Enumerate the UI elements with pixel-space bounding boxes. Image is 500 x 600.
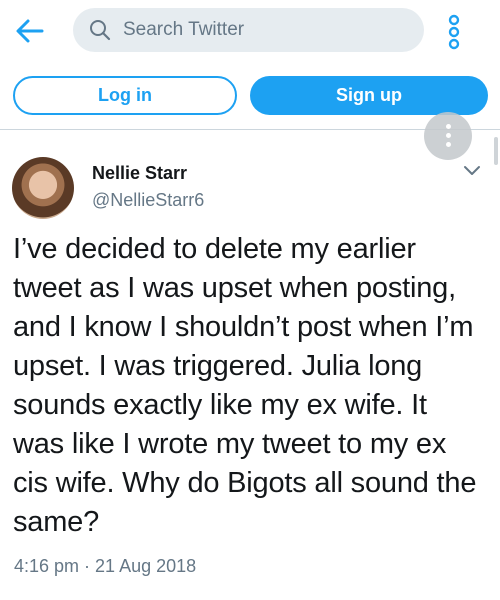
arrow-left-icon[interactable] [14, 17, 46, 45]
tweet-line: sounds exactly like my ex wife. It [13, 389, 427, 421]
vertical-dots-icon[interactable] [443, 12, 465, 52]
tweet-line: and I know I shouldn’t post when I’m [13, 311, 474, 343]
signup-button[interactable]: Sign up [250, 76, 488, 115]
search-placeholder: Search Twitter [123, 19, 245, 40]
chevron-down-icon[interactable] [462, 164, 482, 178]
author-handle[interactable]: @NellieStarr6 [92, 190, 204, 211]
more-vertical-icon[interactable] [424, 112, 472, 160]
avatar[interactable] [12, 157, 74, 219]
tweet-line: I’ve decided to delete my earlier [13, 233, 416, 265]
tweet-line: was like I wrote my tweet to my ex [13, 428, 447, 460]
scrollbar[interactable] [494, 137, 498, 165]
tweet-line: cis wife. Why do Bigots all sound the [13, 467, 477, 499]
search-input[interactable]: Search Twitter [73, 8, 424, 52]
login-button[interactable]: Log in [13, 76, 237, 115]
tweet-text: I’ve decided to delete my earlier tweet … [13, 230, 491, 542]
top-bar: Search Twitter [0, 0, 500, 62]
author-name[interactable]: Nellie Starr [92, 163, 187, 184]
auth-bar: Log in Sign up [0, 62, 500, 130]
tweet-line: same? [13, 506, 100, 538]
search-icon [89, 19, 111, 41]
tweet-line: tweet as I was upset when posting, [13, 272, 456, 304]
tweet-line: upset. I was triggered. Julia long [13, 350, 423, 382]
tweet-timestamp[interactable]: 4:16 pm · 21 Aug 2018 [14, 556, 196, 577]
